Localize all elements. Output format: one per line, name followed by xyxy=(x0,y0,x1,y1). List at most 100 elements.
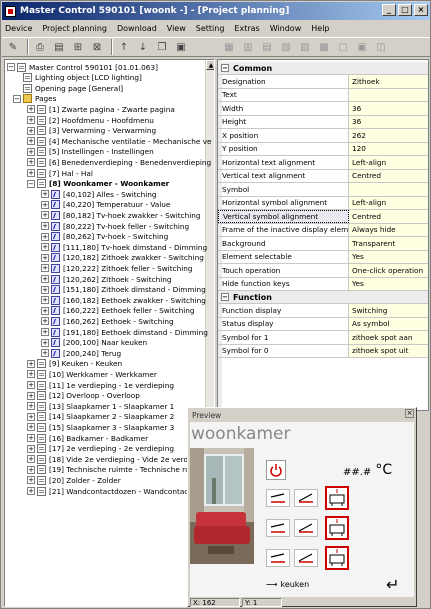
expand-icon[interactable]: + xyxy=(27,444,35,453)
property-value[interactable]: Transparent xyxy=(349,237,428,250)
property-row[interactable]: Background Transparent xyxy=(218,237,428,251)
tree-page-item[interactable]: + [2] Hoofdmenu - Hoofdmenu xyxy=(27,115,154,125)
close-button[interactable]: × xyxy=(414,4,428,16)
expand-icon[interactable]: + xyxy=(27,147,35,156)
property-value[interactable]: As symbol xyxy=(349,317,428,330)
expand-icon[interactable]: + xyxy=(27,455,35,464)
prop-tool-8-icon[interactable]: ▣ xyxy=(354,40,370,56)
move-down-icon[interactable]: ↓ xyxy=(135,39,151,55)
expand-icon[interactable]: + xyxy=(41,232,49,241)
tree-page-item[interactable]: + [16] Badkamer - Badkamer xyxy=(27,433,148,443)
prop-tool-1-icon[interactable]: ▦ xyxy=(221,40,237,56)
property-value[interactable] xyxy=(349,183,428,196)
tree-page-item[interactable]: + [13] Slaapkamer 1 - Slaapkamer 1 xyxy=(27,401,174,411)
tree-element-item[interactable]: + [160,262] Eethoek - Switching xyxy=(41,316,174,326)
property-row[interactable]: Function display Switching xyxy=(218,304,428,318)
expand-icon[interactable]: + xyxy=(27,105,35,114)
menu-help[interactable]: Help xyxy=(306,24,334,33)
maximize-button[interactable]: □ xyxy=(398,4,412,16)
return-icon[interactable]: ↵ xyxy=(386,575,399,594)
property-row[interactable]: Hide function keys Yes xyxy=(218,277,428,291)
minimize-button[interactable]: _ xyxy=(382,4,396,16)
expand-icon[interactable]: + xyxy=(41,285,49,294)
property-row[interactable]: Vertical symbol alignment Centred xyxy=(218,210,428,224)
expand-icon[interactable]: + xyxy=(41,253,49,262)
tree-page-selected[interactable]: − [8] Woonkamer - Woonkamer xyxy=(27,179,169,189)
expand-icon[interactable]: + xyxy=(27,412,35,421)
expand-icon[interactable]: + xyxy=(41,296,49,305)
menu-window[interactable]: Window xyxy=(265,24,307,33)
expand-icon[interactable]: + xyxy=(27,402,35,411)
tree-page-item[interactable]: + [20] Zolder - Zolder xyxy=(27,475,121,485)
tree-root[interactable]: − Master Control 590101 [01.01.063] xyxy=(7,62,158,72)
property-row[interactable]: Symbol for 0 zithoek spot uit xyxy=(218,344,428,358)
tree-element-item[interactable]: + [40,220] Temperatuur - Value xyxy=(41,200,170,210)
property-value[interactable]: Centred xyxy=(349,210,428,223)
expand-icon[interactable]: + xyxy=(27,370,35,379)
tree-element-item[interactable]: + [120,182] Zithoek zwakker - Switching xyxy=(41,253,204,263)
property-row[interactable]: Y position 120 xyxy=(218,142,428,156)
property-value[interactable]: Zithoek xyxy=(349,75,428,88)
property-value[interactable]: One-click operation xyxy=(349,264,428,277)
property-row[interactable]: Element selectable Yes xyxy=(218,250,428,264)
tree-element-item[interactable]: + [40,102] Alles - Switching xyxy=(41,189,157,199)
property-row[interactable]: Symbol xyxy=(218,183,428,197)
expand-icon[interactable]: + xyxy=(41,306,49,315)
tree-element-item[interactable]: + [160,222] Eethoek feller - Switching xyxy=(41,306,195,316)
properties-grid[interactable]: − Common Designation Zithoek Text Width 36 Heig… xyxy=(217,59,429,411)
menu-view[interactable]: View xyxy=(162,24,191,33)
prop-tool-7-icon[interactable]: ▢ xyxy=(335,40,351,56)
section-function[interactable]: − Function xyxy=(218,291,428,304)
tree-element-item[interactable]: + [120,222] Zithoek feller - Switching xyxy=(41,263,192,273)
paste-icon[interactable]: ▣ xyxy=(173,39,189,55)
tree-element-item[interactable]: + [80,182] Tv-hoek zwakker - Switching xyxy=(41,210,201,220)
tree-page-item[interactable]: + [12] Overloop - Overloop xyxy=(27,391,140,401)
tree-page-item[interactable]: + [3] Verwarming - Verwarming xyxy=(27,126,156,136)
collapse-icon[interactable]: − xyxy=(13,94,21,103)
expand-icon[interactable]: + xyxy=(41,264,49,273)
property-row[interactable]: Status display As symbol xyxy=(218,317,428,331)
expand-icon[interactable]: + xyxy=(27,465,35,474)
tree-page-item[interactable]: + [4] Mechanische ventilatie - Mechanisch… xyxy=(27,136,212,146)
property-value[interactable]: Switching xyxy=(349,304,428,317)
dim-down-button[interactable] xyxy=(266,489,290,507)
tree-element-item[interactable]: + [160,182] Eethoek zwakker - Switching xyxy=(41,295,206,305)
tree-page-item[interactable]: + [7] Hal - Hal xyxy=(27,168,93,178)
expand-icon[interactable]: + xyxy=(27,391,35,400)
expand-icon[interactable]: + xyxy=(27,476,35,485)
property-row[interactable]: Vertical text alignment Centred xyxy=(218,169,428,183)
expand-icon[interactable]: + xyxy=(27,359,35,368)
prop-tool-4-icon[interactable]: ▧ xyxy=(278,40,294,56)
tree-pages-folder[interactable]: − Pages xyxy=(13,94,56,104)
property-row[interactable]: Symbol for 1 zithoek spot aan xyxy=(218,331,428,345)
property-row[interactable]: Width 36 xyxy=(218,102,428,116)
property-row[interactable]: Designation Zithoek xyxy=(218,75,428,89)
tree-element-item[interactable]: + [80,262] Tv-hoek - Switching xyxy=(41,232,168,242)
tree-opening-page[interactable]: Opening page [General] xyxy=(23,83,123,93)
dim-down-button[interactable] xyxy=(266,519,290,537)
expand-icon[interactable]: + xyxy=(41,275,49,283)
dim-down-button[interactable] xyxy=(266,549,290,567)
property-value[interactable]: 36 xyxy=(349,115,428,128)
collapse-icon[interactable]: − xyxy=(221,293,229,301)
menu-device[interactable]: Device xyxy=(2,24,37,33)
collapse-icon[interactable]: − xyxy=(221,64,229,72)
prop-tool-2-icon[interactable]: ▥ xyxy=(240,40,256,56)
tree-page-item[interactable]: + [17] 2e verdieping - 2e verdieping xyxy=(27,444,174,454)
section-common[interactable]: − Common xyxy=(218,62,428,75)
expand-icon[interactable]: + xyxy=(41,211,49,220)
property-value[interactable]: Yes xyxy=(349,277,428,290)
property-value[interactable]: zithoek spot aan xyxy=(349,331,428,344)
power-button[interactable] xyxy=(266,460,286,480)
expand-icon[interactable]: + xyxy=(41,317,49,326)
prop-tool-5-icon[interactable]: ▨ xyxy=(297,40,313,56)
menu-setting[interactable]: Setting xyxy=(191,24,230,33)
expand-icon[interactable]: + xyxy=(27,381,35,389)
collapse-icon[interactable]: − xyxy=(7,63,15,71)
preview-window[interactable]: Preview × woonkamer ##.# °C ⟶ keuken ↵ X… xyxy=(187,407,417,607)
tree-page-item[interactable]: + [11] 1e verdieping - 1e verdieping xyxy=(27,380,174,390)
tree-lighting-object[interactable]: Lighting object [LCD lighting] xyxy=(23,73,142,83)
property-row[interactable]: Frame of the inactive display element Alw… xyxy=(218,223,428,237)
menu-extras[interactable]: Extras xyxy=(229,24,264,33)
property-value[interactable]: zithoek spot uit xyxy=(349,344,428,357)
